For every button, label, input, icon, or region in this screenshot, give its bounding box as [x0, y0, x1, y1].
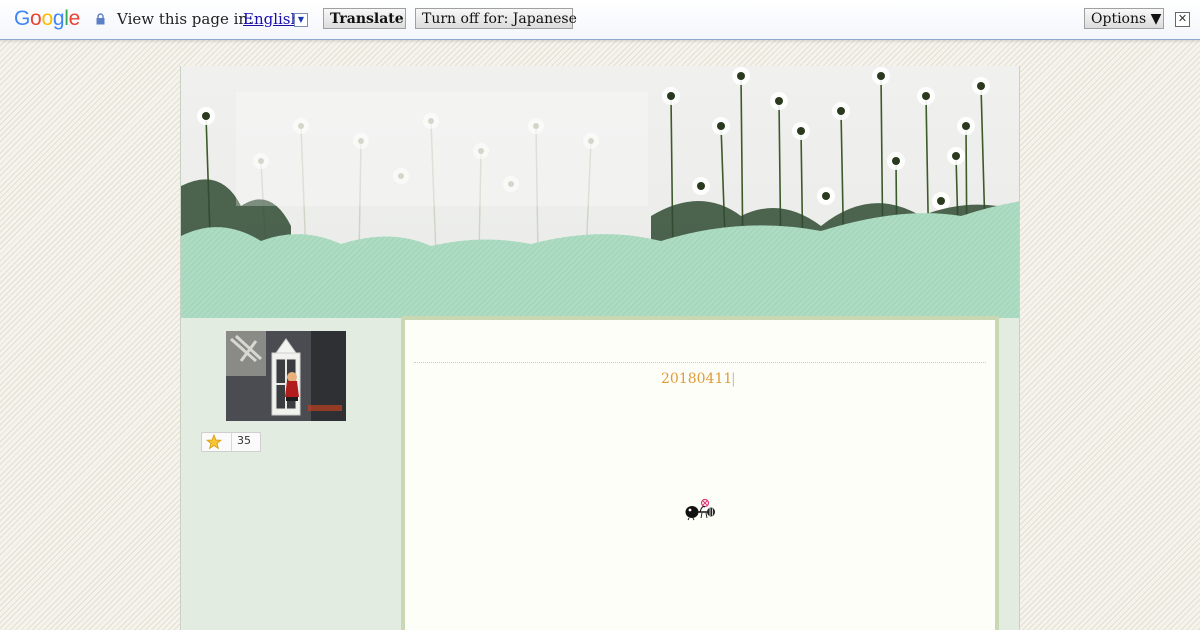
translate-button[interactable]: Translate: [323, 8, 406, 29]
star-count: 35: [237, 434, 251, 447]
post-separator: |: [731, 371, 736, 387]
google-logo: Google: [14, 7, 80, 30]
turn-off-button[interactable]: Turn off for: Japanese: [415, 8, 577, 29]
language-link[interactable]: English: [243, 10, 300, 28]
view-page-label: View this page in:: [117, 10, 254, 28]
star-icon: [206, 434, 222, 450]
post-content: 20180411 |: [401, 316, 999, 630]
close-icon[interactable]: ✕: [1175, 12, 1190, 27]
star-rating-button[interactable]: 35: [201, 432, 261, 452]
profile-photo[interactable]: [226, 331, 346, 421]
blog-page: 35 20180411 |: [180, 66, 1020, 630]
lock-icon: [96, 13, 105, 25]
star-divider: [231, 433, 232, 451]
post-divider: [414, 362, 986, 363]
translate-bar: Google View this page in: English ▼ Tran…: [0, 0, 1200, 40]
bee-icon: [685, 498, 715, 521]
chevron-down-icon[interactable]: ▼: [294, 13, 308, 27]
options-button[interactable]: Options ▼: [1084, 8, 1164, 29]
post-date-link[interactable]: 20180411: [661, 371, 732, 387]
blog-title-box[interactable]: [236, 92, 648, 206]
